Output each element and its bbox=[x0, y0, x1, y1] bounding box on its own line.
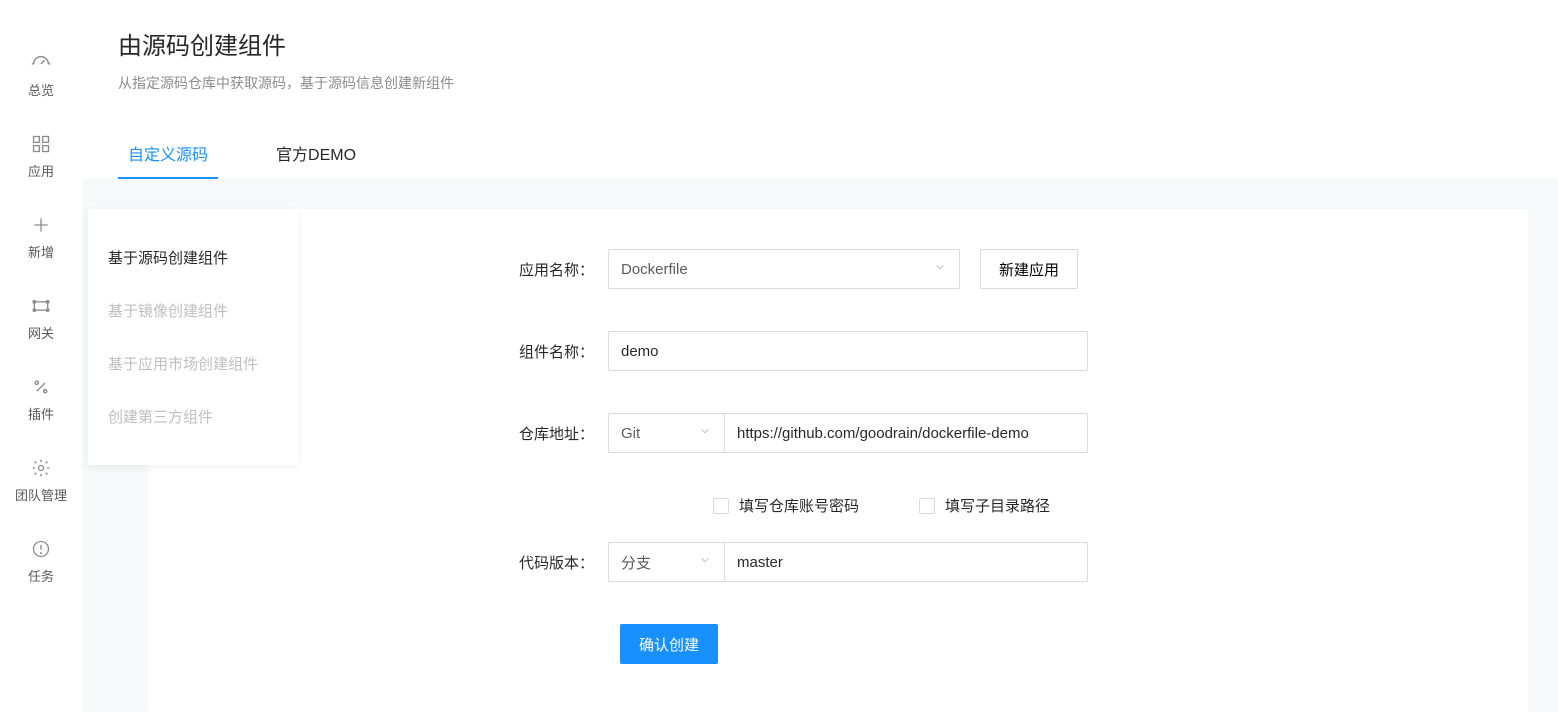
create-method-nav: 基于源码创建组件 基于镜像创建组件 基于应用市场创建组件 创建第三方组件 bbox=[88, 209, 298, 465]
row-submit: 确认创建 bbox=[188, 624, 1488, 664]
sidebar-item-label: 应用 bbox=[28, 161, 54, 180]
input-repo-url[interactable] bbox=[724, 413, 1088, 453]
content: 由源码创建组件 从指定源码仓库中获取源码，基于源码信息创建新组件 自定义源码 官… bbox=[82, 0, 1558, 700]
select-value: 分支 bbox=[621, 552, 651, 573]
row-repo-options: 填写仓库账号密码 填写子目录路径 bbox=[188, 495, 1488, 516]
input-branch[interactable] bbox=[724, 542, 1088, 582]
sidebar-item-add[interactable]: 新增 bbox=[0, 204, 82, 285]
chevron-down-icon bbox=[698, 424, 712, 442]
gear-icon bbox=[30, 457, 52, 479]
confirm-create-button[interactable]: 确认创建 bbox=[620, 624, 718, 664]
select-app-name[interactable]: Dockerfile bbox=[608, 249, 960, 289]
nav-from-image[interactable]: 基于镜像创建组件 bbox=[106, 284, 280, 337]
select-repo-type[interactable]: Git bbox=[608, 413, 724, 453]
checkbox-label: 填写子目录路径 bbox=[945, 495, 1050, 516]
sidebar-item-label: 插件 bbox=[28, 404, 54, 423]
page-title: 由源码创建组件 bbox=[118, 26, 1558, 61]
row-repo: 仓库地址： Git bbox=[188, 413, 1488, 453]
new-app-button[interactable]: 新建应用 bbox=[980, 249, 1078, 289]
panel: 基于源码创建组件 基于镜像创建组件 基于应用市场创建组件 创建第三方组件 应用名… bbox=[82, 179, 1558, 712]
sidebar-item-label: 团队管理 bbox=[15, 485, 67, 504]
sidebar-item-label: 任务 bbox=[28, 566, 54, 585]
nav-from-market[interactable]: 基于应用市场创建组件 bbox=[106, 337, 280, 390]
row-component-name: 组件名称： bbox=[188, 331, 1488, 371]
checkbox-icon bbox=[713, 498, 729, 514]
label-code-version: 代码版本： bbox=[188, 552, 608, 573]
plugin-icon bbox=[30, 376, 52, 398]
sidebar-item-team[interactable]: 团队管理 bbox=[0, 447, 82, 528]
chevron-down-icon bbox=[698, 553, 712, 571]
chevron-down-icon bbox=[933, 260, 947, 278]
form-card: 应用名称： Dockerfile 新建应用 组件名称： 仓库地址： Git bbox=[148, 209, 1528, 712]
select-value: Git bbox=[621, 425, 640, 442]
sidebar-item-apps[interactable]: 应用 bbox=[0, 123, 82, 204]
sidebar-item-label: 总览 bbox=[28, 80, 54, 99]
input-component-name[interactable] bbox=[608, 331, 1088, 371]
page-subtitle: 从指定源码仓库中获取源码，基于源码信息创建新组件 bbox=[118, 73, 1558, 93]
plus-icon bbox=[30, 214, 52, 236]
checkbox-label: 填写仓库账号密码 bbox=[739, 495, 859, 516]
sidebar: 总览 应用 新增 网关 插件 团队管理 任务 bbox=[0, 0, 82, 700]
tab-custom-source[interactable]: 自定义源码 bbox=[118, 129, 218, 179]
apps-icon bbox=[30, 133, 52, 155]
select-value: Dockerfile bbox=[621, 261, 688, 278]
alert-icon bbox=[30, 538, 52, 560]
sidebar-item-gateway[interactable]: 网关 bbox=[0, 285, 82, 366]
sidebar-item-plugins[interactable]: 插件 bbox=[0, 366, 82, 447]
tab-official-demo[interactable]: 官方DEMO bbox=[266, 129, 366, 179]
row-code-version: 代码版本： 分支 bbox=[188, 542, 1488, 582]
checkbox-icon bbox=[919, 498, 935, 514]
checkbox-subdir[interactable]: 填写子目录路径 bbox=[919, 495, 1050, 516]
tabs: 自定义源码 官方DEMO bbox=[82, 129, 1558, 179]
sidebar-item-overview[interactable]: 总览 bbox=[0, 42, 82, 123]
dashboard-icon bbox=[30, 52, 52, 74]
row-app-name: 应用名称： Dockerfile 新建应用 bbox=[188, 249, 1488, 289]
nav-from-source[interactable]: 基于源码创建组件 bbox=[106, 231, 280, 284]
sidebar-item-tasks[interactable]: 任务 bbox=[0, 528, 82, 609]
page-header: 由源码创建组件 从指定源码仓库中获取源码，基于源码信息创建新组件 bbox=[82, 0, 1558, 93]
checkbox-account[interactable]: 填写仓库账号密码 bbox=[713, 495, 859, 516]
nav-third-party[interactable]: 创建第三方组件 bbox=[106, 390, 280, 443]
select-version-type[interactable]: 分支 bbox=[608, 542, 724, 582]
gateway-icon bbox=[30, 295, 52, 317]
sidebar-item-label: 新增 bbox=[28, 242, 54, 261]
sidebar-item-label: 网关 bbox=[28, 323, 54, 342]
